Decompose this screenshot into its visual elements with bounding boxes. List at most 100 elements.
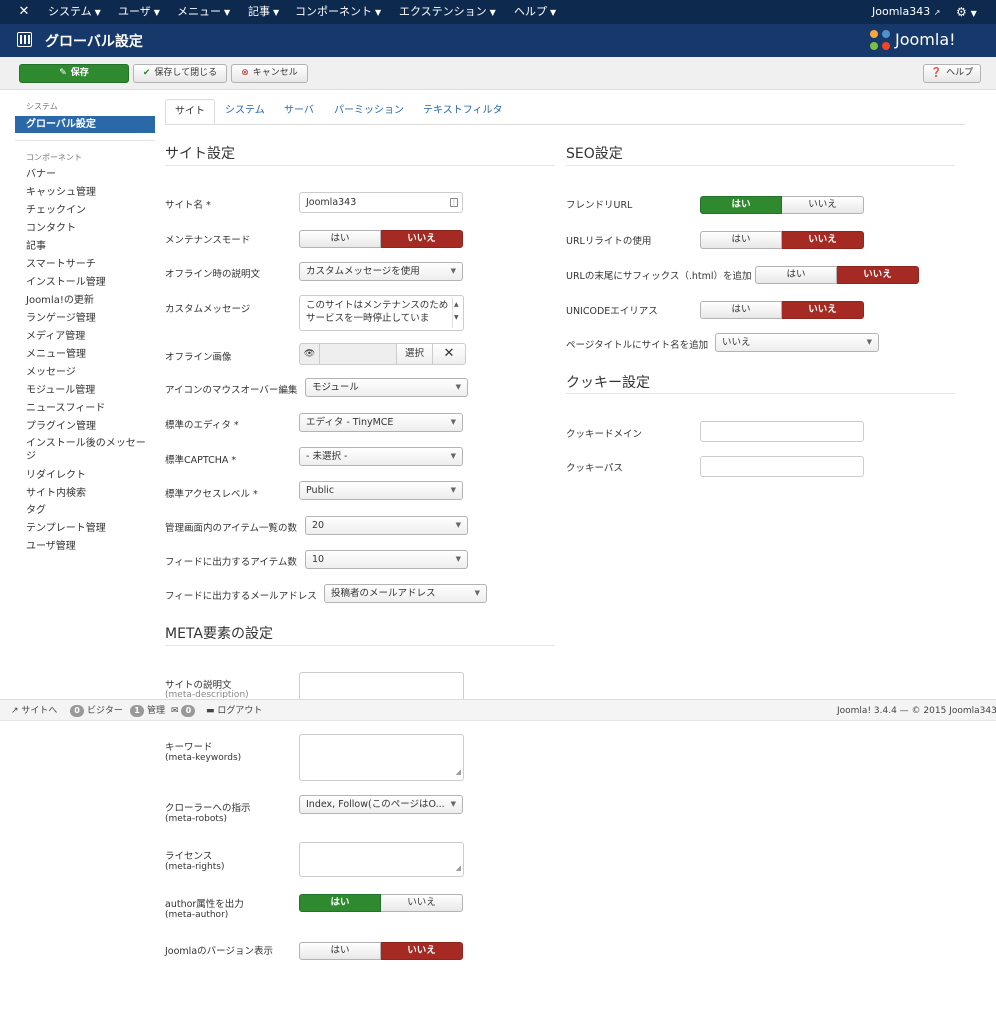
logout-link[interactable]: ▬ ログアウト [206, 700, 262, 722]
select-value: いいえ [722, 337, 751, 348]
toggle-yes[interactable]: はい [755, 266, 837, 284]
section-divider [566, 393, 955, 394]
visitors-status: 0 ビジター [70, 700, 123, 722]
toggle-no[interactable]: いいえ [837, 266, 919, 284]
toggle-no[interactable]: いいえ [782, 301, 864, 319]
clear-icon[interactable]: ✕ [432, 343, 466, 365]
tab-server[interactable]: サーバ [284, 99, 314, 125]
toggle-yes[interactable]: はい [700, 301, 782, 319]
toggle-yes[interactable]: はい [299, 230, 381, 248]
tab-underline [165, 124, 965, 125]
icon-hover-select[interactable]: モジュール ▼ [305, 378, 468, 397]
sidebar-item[interactable]: チェックイン [26, 204, 154, 217]
meta-description-textarea[interactable] [299, 672, 464, 699]
tab-system[interactable]: システム [225, 99, 265, 125]
page-title-sitename-select[interactable]: いいえ ▼ [715, 333, 879, 352]
sidebar-item[interactable]: インストール後のメッセージ [26, 437, 154, 463]
feed-email-select[interactable]: 投稿者のメールアドレス ▼ [324, 584, 487, 603]
sidebar-item[interactable]: バナー [26, 168, 154, 181]
help-button[interactable]: ❓ ヘルプ [923, 64, 981, 83]
cancel-button[interactable]: ⊗ キャンセル [231, 64, 308, 83]
sidebar-item[interactable]: メッセージ [26, 366, 154, 379]
external-link-icon: ↗ [933, 8, 941, 17]
visitors-label: ビジター [87, 706, 123, 716]
meta-rights-sublabel: (meta-rights) [165, 862, 225, 872]
captcha-select[interactable]: - 未選択 - ▼ [299, 447, 463, 466]
sidebar-item[interactable]: タグ [26, 504, 154, 517]
resize-grip-icon[interactable]: ◢ [456, 862, 461, 875]
tab-permissions[interactable]: パーミッション [334, 99, 404, 125]
toggle-yes[interactable]: はい [299, 894, 381, 912]
toggle-no[interactable]: いいえ [381, 894, 463, 912]
menu-extensions[interactable]: エクステンション ▼ [399, 0, 496, 24]
offline-image-input[interactable] [319, 343, 397, 365]
save-button[interactable]: ✎ 保存 [19, 64, 129, 83]
menu-components[interactable]: コンポーネント ▼ [295, 0, 381, 24]
sidebar-item-global-config[interactable]: グローバル設定 [15, 116, 155, 133]
meta-robots-select[interactable]: Index, Follow(このページはO... ▼ [299, 795, 463, 814]
toggle-yes[interactable]: はい [299, 942, 381, 960]
meta-author-sublabel: (meta-author) [165, 910, 229, 920]
sidebar-item[interactable]: テンプレート管理 [26, 522, 154, 535]
sidebar-item[interactable]: インストール管理 [26, 276, 154, 289]
tab-text-filters[interactable]: テキストフィルタ [423, 99, 503, 125]
select-image-button[interactable]: 選択 [396, 343, 433, 365]
meta-description-label: サイトの説明文 [165, 680, 232, 691]
cookie-path-input[interactable] [700, 456, 864, 477]
sidebar-item[interactable]: リダイレクト [26, 469, 154, 482]
meta-rights-label: ライセンス [165, 851, 213, 862]
offline-message-label: オフライン時の説明文 [165, 269, 261, 280]
toggle-no[interactable]: いいえ [381, 942, 463, 960]
menu-content[interactable]: 記事 ▼ [248, 0, 279, 24]
sidebar-item[interactable]: ランゲージ管理 [26, 312, 154, 325]
sidebar-item[interactable]: ユーザ管理 [26, 540, 154, 553]
sidebar-item[interactable]: メニュー管理 [26, 348, 154, 361]
sidebar-item[interactable]: サイト内検索 [26, 487, 154, 500]
caret-down-icon: ▼ [489, 8, 496, 17]
section-divider [165, 645, 555, 646]
eye-icon[interactable]: 👁 [299, 343, 320, 365]
meta-rights-textarea[interactable]: ◢ [299, 842, 464, 877]
menu-users[interactable]: ユーザ ▼ [118, 0, 160, 24]
toggle-no[interactable]: いいえ [782, 196, 864, 214]
sidebar-item[interactable]: メディア管理 [26, 330, 154, 343]
custom-message-textarea[interactable]: このサイトはメンテナンスのためサービスを一時停止していま ▲ ▼ [299, 295, 464, 331]
sidebar-item[interactable]: ニュースフィード [26, 402, 154, 415]
user-site-link[interactable]: Joomla343 ↗ [872, 0, 940, 25]
toggle-no[interactable]: いいえ [782, 231, 864, 249]
offline-message-select[interactable]: カスタムメッセージを使用 ▼ [299, 262, 463, 281]
messages-status[interactable]: ✉ 0 [171, 700, 198, 722]
access-level-select[interactable]: Public ▼ [299, 481, 463, 500]
menu-help[interactable]: ヘルプ ▼ [514, 0, 556, 24]
dropdown-arrow-icon: ▼ [474, 589, 480, 597]
question-icon: ❓ [930, 68, 943, 78]
save-close-button[interactable]: ✔ 保存して閉じる [133, 64, 227, 83]
sidebar-item[interactable]: モジュール管理 [26, 384, 154, 397]
feed-limit-select[interactable]: 10 ▼ [305, 550, 468, 569]
resize-grip-icon[interactable]: ◢ [456, 766, 461, 779]
cookie-domain-input[interactable] [700, 421, 864, 442]
dropdown-arrow-icon: ▼ [450, 800, 456, 808]
tab-site[interactable]: サイト [165, 99, 215, 125]
toggle-no[interactable]: いいえ [381, 230, 463, 248]
gear-icon[interactable]: ⚙ ▼ [956, 0, 977, 26]
sidebar-item[interactable]: プラグイン管理 [26, 420, 154, 433]
sidebar-item[interactable]: 記事 [26, 240, 154, 253]
sidebar-item[interactable]: スマートサーチ [26, 258, 154, 271]
dropdown-arrow-icon: ▼ [455, 383, 461, 391]
site-name-input[interactable]: Joomla343 ⋮ [299, 192, 463, 213]
menu-menus[interactable]: メニュー ▼ [177, 0, 230, 24]
toggle-yes[interactable]: はい [700, 196, 782, 214]
sidebar-item[interactable]: Joomla!の更新 [26, 294, 154, 307]
editor-select[interactable]: エディタ - TinyMCE ▼ [299, 413, 463, 432]
scrollbar[interactable]: ▲ ▼ [452, 298, 461, 328]
list-limit-select[interactable]: 20 ▼ [305, 516, 468, 535]
toggle-yes[interactable]: はい [700, 231, 782, 249]
menu-system[interactable]: システム ▼ [48, 0, 101, 24]
section-divider [566, 165, 955, 166]
joomla-logo-icon[interactable]: ✕ [16, 4, 32, 20]
view-site-link[interactable]: ↗ サイトへ [11, 700, 57, 722]
sidebar-item[interactable]: コンタクト [26, 222, 154, 235]
meta-keywords-textarea[interactable]: ◢ [299, 734, 464, 781]
sidebar-item[interactable]: キャッシュ管理 [26, 186, 154, 199]
